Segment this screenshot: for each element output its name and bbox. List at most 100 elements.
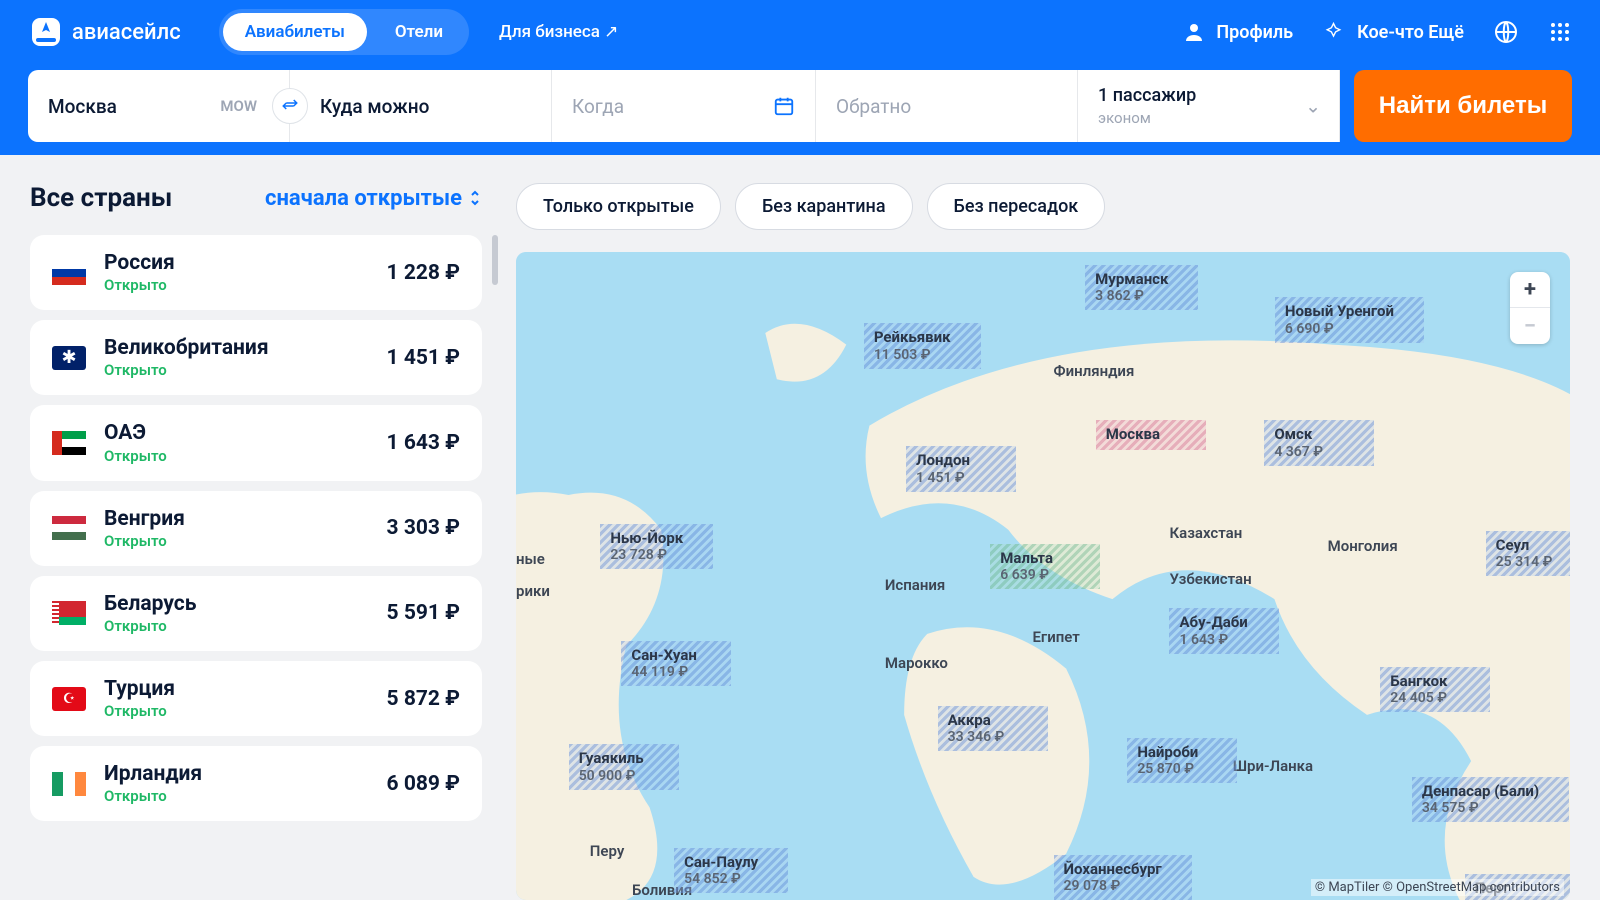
more-link[interactable]: Кое-что Ещё: [1323, 20, 1464, 44]
city-tag-price: 29 078 ₽: [1064, 878, 1162, 894]
globe-icon[interactable]: [1494, 20, 1518, 44]
map-city-tag[interactable]: Абу-Даби1 643 ₽: [1169, 608, 1279, 653]
city-tag-name: Москва: [1106, 426, 1176, 443]
map-country-label: Перу: [590, 842, 625, 860]
apps-grid-icon[interactable]: [1548, 20, 1572, 44]
filter-chip[interactable]: Без карантина: [735, 183, 913, 230]
city-tag-price: 50 900 ₽: [579, 768, 649, 784]
country-card[interactable]: ВенгрияОткрыто 3 303 ₽: [30, 491, 482, 566]
city-tag-price: 11 503 ₽: [874, 347, 951, 363]
flag-gb: [52, 346, 86, 370]
countries-heading: Все страны: [30, 183, 172, 213]
city-tag-name: Сан-Хуан: [631, 647, 701, 664]
map-city-tag[interactable]: Найроби25 870 ₽: [1127, 738, 1237, 783]
city-tag-price: 6 639 ₽: [1000, 567, 1070, 583]
city-tag-price: 33 346 ₽: [948, 729, 1018, 745]
sparkle-icon: [1323, 20, 1347, 44]
city-tag-name: Новый Уренгой: [1285, 303, 1394, 320]
country-card[interactable]: ☪ТурцияОткрыто5 872 ₽: [30, 661, 482, 736]
map-city-tag[interactable]: Мурманск3 862 ₽: [1085, 265, 1198, 310]
tab-flights[interactable]: Авиабилеты: [223, 13, 367, 51]
destination-value: Куда можно: [320, 95, 429, 118]
country-name: Турция: [104, 677, 175, 702]
map-city-tag[interactable]: Сан-Хуан44 119 ₽: [621, 641, 731, 686]
city-tag-price: 23 728 ₽: [610, 547, 683, 563]
destination-field[interactable]: Куда можно: [290, 70, 552, 142]
passengers-field[interactable]: 1 пассажир эконом ⌄: [1078, 70, 1340, 142]
business-link[interactable]: Для бизнеса ↗: [499, 22, 618, 42]
city-tag-name: Мальта: [1000, 550, 1070, 567]
country-card[interactable]: ВеликобританияОткрыто1 451 ₽: [30, 320, 482, 395]
filter-chip[interactable]: Без пересадок: [927, 183, 1106, 230]
city-tag-price: 24 405 ₽: [1390, 690, 1460, 706]
map-city-tag[interactable]: Йоханнесбург29 078 ₽: [1054, 855, 1192, 900]
country-price: 3 303 ₽: [387, 516, 460, 540]
zoom-out-button[interactable]: −: [1510, 308, 1550, 344]
search-button[interactable]: Найти билеты: [1354, 70, 1572, 142]
tab-hotels[interactable]: Отели: [373, 13, 465, 51]
origin-field[interactable]: Москва MOW: [28, 70, 290, 142]
plane-logo-icon: [28, 14, 64, 50]
map-city-tag[interactable]: Сеул25 314 ₽: [1486, 531, 1570, 576]
map-city-tag[interactable]: Нью-Йорк23 728 ₽: [600, 524, 713, 569]
map-city-tag[interactable]: Мальта6 639 ₽: [990, 544, 1100, 589]
depart-date-field[interactable]: Когда: [552, 70, 816, 142]
zoom-control: + −: [1510, 272, 1550, 344]
city-tag-price: 3 862 ₽: [1095, 288, 1168, 304]
flag-hu: [52, 516, 86, 540]
profile-link[interactable]: Профиль: [1182, 20, 1293, 44]
city-tag-price: 1 643 ₽: [1179, 632, 1249, 648]
origin-value: Москва: [48, 95, 117, 118]
country-card[interactable]: БеларусьОткрыто5 591 ₽: [30, 576, 482, 651]
map-city-tag[interactable]: Сан-Паулу54 852 ₽: [674, 848, 788, 893]
city-tag-price: 44 119 ₽: [631, 664, 701, 680]
country-status: Открыто: [104, 532, 185, 550]
flag-ru: [52, 261, 86, 285]
country-status: Открыто: [104, 702, 175, 720]
scrollbar-thumb[interactable]: [492, 235, 498, 285]
map-city-tag[interactable]: Омск4 367 ₽: [1264, 420, 1374, 465]
map-city-tag[interactable]: Бангкок24 405 ₽: [1380, 667, 1490, 712]
country-card[interactable]: ИрландияОткрыто6 089 ₽: [30, 746, 482, 821]
flag-ae: [52, 431, 86, 455]
chevron-down-icon: ⌄: [1305, 95, 1321, 118]
brand-logo[interactable]: авиасейлс: [28, 14, 181, 50]
map-country-label: ные: [516, 550, 545, 568]
country-price: 1 643 ₽: [387, 431, 460, 455]
city-tag-price: 6 690 ₽: [1285, 321, 1394, 337]
map-city-tag[interactable]: Москва: [1096, 420, 1206, 449]
search-form: Москва MOW Куда можно Когда Обратно 1 па…: [28, 70, 1572, 142]
country-card[interactable]: РоссияОткрыто1 228 ₽: [30, 235, 482, 310]
user-icon: [1182, 20, 1206, 44]
map-city-tag[interactable]: Гуаякиль50 900 ₽: [569, 744, 679, 789]
city-tag-name: Денпасар (Бали): [1422, 783, 1539, 800]
city-tag-name: Гуаякиль: [579, 750, 649, 767]
country-status: Открыто: [104, 617, 196, 635]
map-city-tag[interactable]: Рейкьявик11 503 ₽: [864, 323, 981, 368]
filter-chip[interactable]: Только открытые: [516, 183, 721, 230]
country-status: Открыто: [104, 276, 175, 294]
country-card[interactable]: ОАЭОткрыто1 643 ₽: [30, 405, 482, 480]
city-tag-price: 1 451 ₽: [916, 470, 986, 486]
world-map[interactable]: ФинляндияКазахстанУзбекистанМонголияИспа…: [516, 252, 1570, 900]
city-tag-name: Абу-Даби: [1179, 614, 1249, 631]
city-tag-name: Сан-Паулу: [684, 854, 758, 871]
map-city-tag[interactable]: Новый Уренгой6 690 ₽: [1275, 297, 1424, 342]
swap-button[interactable]: [272, 88, 308, 124]
flag-ie: [52, 772, 86, 796]
city-tag-name: Найроби: [1137, 744, 1207, 761]
city-tag-name: Рейкьявик: [874, 329, 951, 346]
country-name: Беларусь: [104, 592, 196, 617]
map-city-tag[interactable]: Аккра33 346 ₽: [938, 706, 1048, 751]
map-city-tag[interactable]: Денпасар (Бали)34 575 ₽: [1412, 777, 1569, 822]
return-date-field[interactable]: Обратно: [816, 70, 1078, 142]
country-name: ОАЭ: [104, 421, 167, 446]
city-tag-name: Мурманск: [1095, 271, 1168, 288]
map-country-label: Испания: [885, 576, 945, 594]
sort-button[interactable]: сначала открытые: [265, 186, 482, 211]
map-country-label: Узбекистан: [1169, 570, 1251, 588]
map-attribution: © MapTiler © OpenStreetMap contributors: [1311, 879, 1564, 896]
zoom-in-button[interactable]: +: [1510, 272, 1550, 308]
country-name: Венгрия: [104, 507, 185, 532]
map-city-tag[interactable]: Лондон1 451 ₽: [906, 446, 1016, 491]
